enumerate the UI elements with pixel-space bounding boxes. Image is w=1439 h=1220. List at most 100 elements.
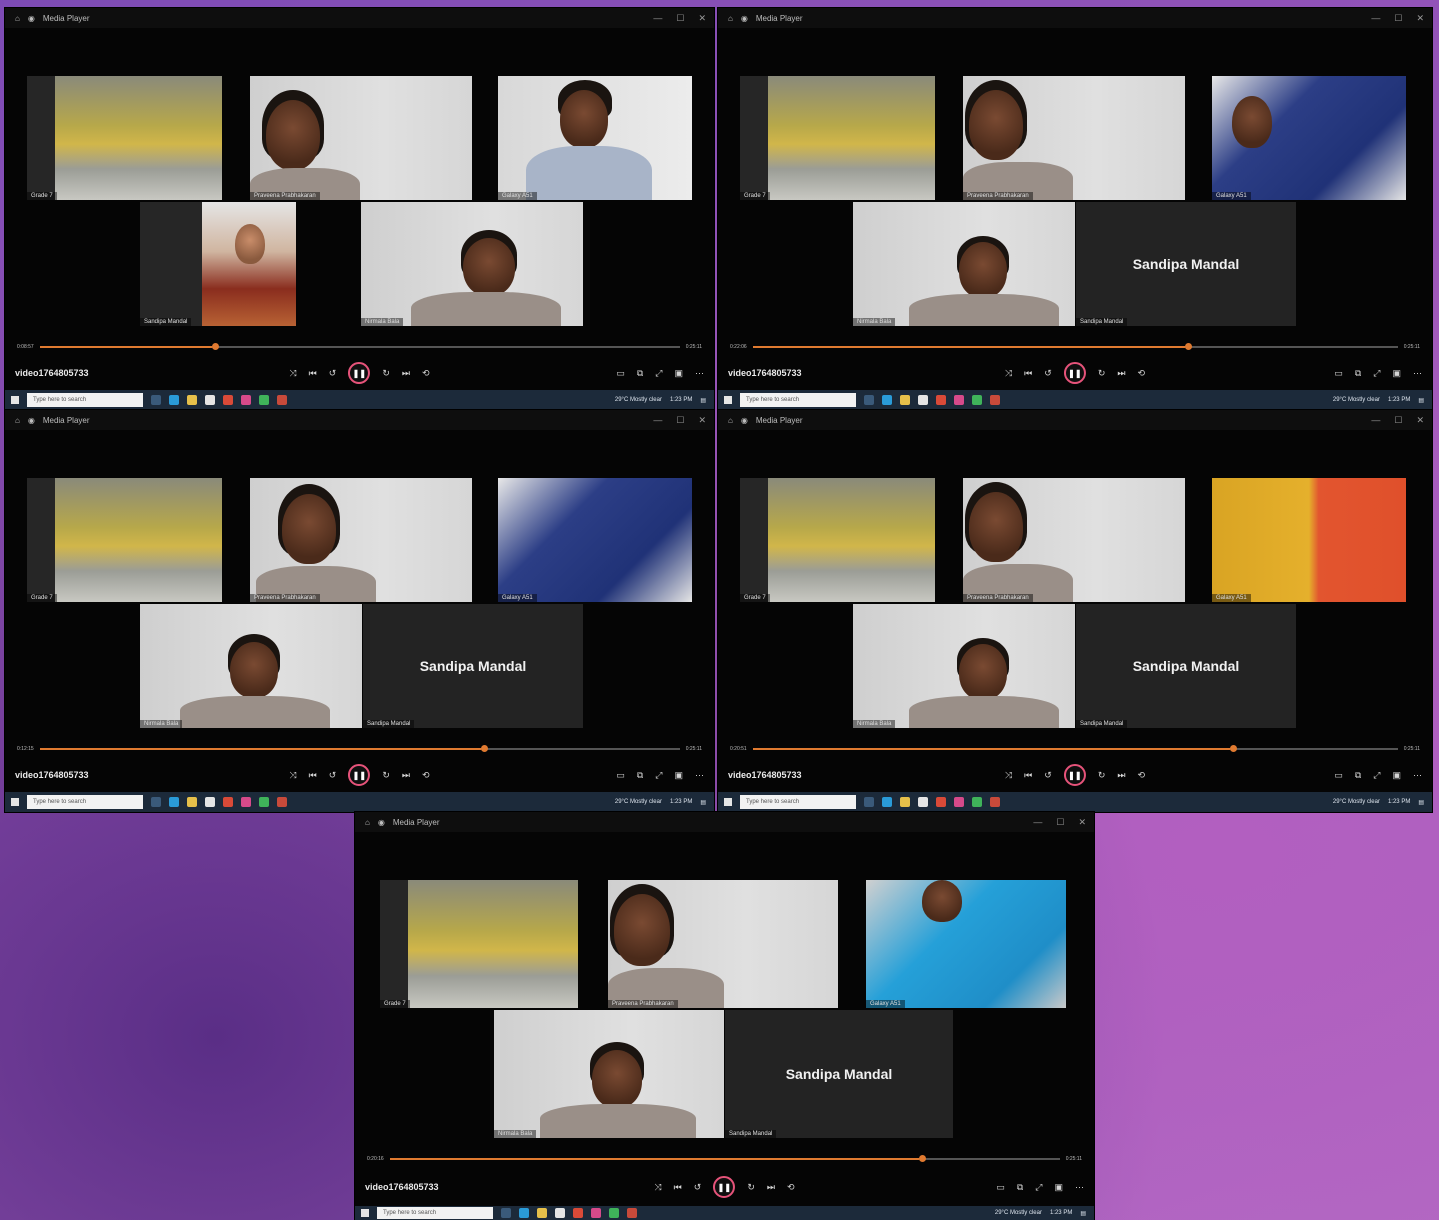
previous-icon[interactable]: ⏮: [309, 368, 317, 379]
home-icon[interactable]: ⌂: [728, 416, 733, 425]
app-icon[interactable]: [954, 797, 964, 807]
seek-bar[interactable]: 0:20:16 0:25:11: [367, 1154, 1082, 1164]
home-icon[interactable]: ⌂: [15, 14, 20, 23]
forward-icon[interactable]: ↻: [382, 368, 390, 379]
seek-knob[interactable]: [1229, 745, 1237, 752]
file-explorer-icon[interactable]: [900, 797, 910, 807]
pause-button[interactable]: ❚❚: [1063, 764, 1086, 786]
search-input[interactable]: Type here to search: [740, 393, 856, 407]
pause-button[interactable]: ❚❚: [348, 362, 371, 384]
rewind-icon[interactable]: ↺: [1044, 368, 1052, 379]
search-input[interactable]: Type here to search: [377, 1207, 493, 1219]
more-icon[interactable]: ⋯: [695, 368, 704, 379]
weather-status[interactable]: 29°C Mostly clear: [615, 397, 662, 403]
forward-icon[interactable]: ↻: [747, 1182, 755, 1193]
next-icon[interactable]: ⏭: [767, 1182, 775, 1193]
start-icon[interactable]: [11, 798, 19, 806]
media-player-icon[interactable]: [277, 395, 287, 405]
notifications-icon[interactable]: ▤: [1080, 1210, 1086, 1217]
miniplayer-icon[interactable]: ⧉: [637, 368, 643, 379]
clock[interactable]: 1:23 PM: [1388, 799, 1410, 805]
file-explorer-icon[interactable]: [187, 797, 197, 807]
repeat-icon[interactable]: ⟲: [422, 770, 430, 781]
cast-icon[interactable]: ▣: [674, 770, 683, 781]
captions-icon[interactable]: ▭: [616, 770, 625, 781]
start-icon[interactable]: [724, 798, 732, 806]
seek-knob[interactable]: [212, 343, 220, 350]
seek-track[interactable]: [389, 1155, 1060, 1162]
maximize-icon[interactable]: ☐: [1056, 817, 1064, 828]
start-icon[interactable]: [724, 396, 732, 404]
cast-icon[interactable]: ▣: [1392, 770, 1401, 781]
chrome-icon[interactable]: [936, 797, 946, 807]
task-view-icon[interactable]: [151, 395, 161, 405]
seek-track[interactable]: [39, 745, 680, 752]
forward-icon[interactable]: ↻: [382, 770, 390, 781]
seek-knob[interactable]: [481, 745, 489, 752]
weather-status[interactable]: 29°C Mostly clear: [615, 799, 662, 805]
search-input[interactable]: Type here to search: [27, 393, 143, 407]
clock[interactable]: 1:23 PM: [1050, 1210, 1072, 1216]
search-input[interactable]: Type here to search: [27, 795, 143, 809]
minimize-icon[interactable]: —: [1371, 415, 1380, 425]
home-icon[interactable]: ⌂: [365, 818, 370, 827]
app-icon[interactable]: [954, 395, 964, 405]
whatsapp-icon[interactable]: [609, 1208, 619, 1218]
shuffle-icon[interactable]: ⤨: [654, 1182, 661, 1193]
media-player-icon[interactable]: [627, 1208, 637, 1218]
task-view-icon[interactable]: [864, 797, 874, 807]
more-icon[interactable]: ⋯: [1075, 1182, 1084, 1193]
cast-icon[interactable]: ▣: [1054, 1182, 1063, 1193]
miniplayer-icon[interactable]: ⧉: [637, 770, 643, 781]
task-view-icon[interactable]: [151, 797, 161, 807]
chrome-icon[interactable]: [223, 395, 233, 405]
miniplayer-icon[interactable]: ⧉: [1017, 1182, 1023, 1193]
app-icon[interactable]: [241, 797, 251, 807]
rewind-icon[interactable]: ↺: [694, 1182, 702, 1193]
rewind-icon[interactable]: ↺: [329, 770, 337, 781]
cast-icon[interactable]: ▣: [1392, 368, 1401, 379]
weather-status[interactable]: 29°C Mostly clear: [1333, 799, 1380, 805]
shuffle-icon[interactable]: ⤨: [289, 770, 296, 781]
clock[interactable]: 1:23 PM: [670, 397, 692, 403]
repeat-icon[interactable]: ⟲: [1137, 770, 1145, 781]
shuffle-icon[interactable]: ⤨: [1005, 770, 1012, 781]
miniplayer-icon[interactable]: ⧉: [1355, 770, 1361, 781]
file-explorer-icon[interactable]: [187, 395, 197, 405]
repeat-icon[interactable]: ⟲: [1137, 368, 1145, 379]
task-view-icon[interactable]: [864, 395, 874, 405]
maximize-icon[interactable]: ☐: [676, 415, 684, 426]
captions-icon[interactable]: ▭: [1334, 770, 1343, 781]
seek-knob[interactable]: [1184, 343, 1192, 350]
search-input[interactable]: Type here to search: [740, 795, 856, 809]
whatsapp-icon[interactable]: [972, 395, 982, 405]
fullscreen-icon[interactable]: ⤢: [1373, 368, 1380, 379]
edge-icon[interactable]: [169, 797, 179, 807]
next-icon[interactable]: ⏭: [402, 770, 410, 781]
close-icon[interactable]: ✕: [698, 415, 706, 426]
maximize-icon[interactable]: ☐: [676, 13, 684, 24]
fullscreen-icon[interactable]: ⤢: [655, 368, 662, 379]
repeat-icon[interactable]: ⟲: [787, 1182, 795, 1193]
notifications-icon[interactable]: ▤: [700, 799, 706, 806]
seek-knob[interactable]: [918, 1155, 926, 1162]
captions-icon[interactable]: ▭: [616, 368, 625, 379]
fullscreen-icon[interactable]: ⤢: [655, 770, 662, 781]
more-icon[interactable]: ⋯: [1413, 368, 1422, 379]
whatsapp-icon[interactable]: [259, 395, 269, 405]
start-icon[interactable]: [11, 396, 19, 404]
notifications-icon[interactable]: ▤: [1418, 799, 1424, 806]
forward-icon[interactable]: ↻: [1098, 770, 1106, 781]
repeat-icon[interactable]: ⟲: [422, 368, 430, 379]
whatsapp-icon[interactable]: [259, 797, 269, 807]
pause-button[interactable]: ❚❚: [713, 1176, 736, 1198]
media-player-icon[interactable]: [277, 797, 287, 807]
previous-icon[interactable]: ⏮: [1024, 368, 1032, 379]
more-icon[interactable]: ⋯: [1413, 770, 1422, 781]
close-icon[interactable]: ✕: [698, 13, 706, 24]
edge-icon[interactable]: [882, 395, 892, 405]
next-icon[interactable]: ⏭: [1117, 368, 1125, 379]
edge-icon[interactable]: [519, 1208, 529, 1218]
next-icon[interactable]: ⏭: [402, 368, 410, 379]
task-view-icon[interactable]: [501, 1208, 511, 1218]
